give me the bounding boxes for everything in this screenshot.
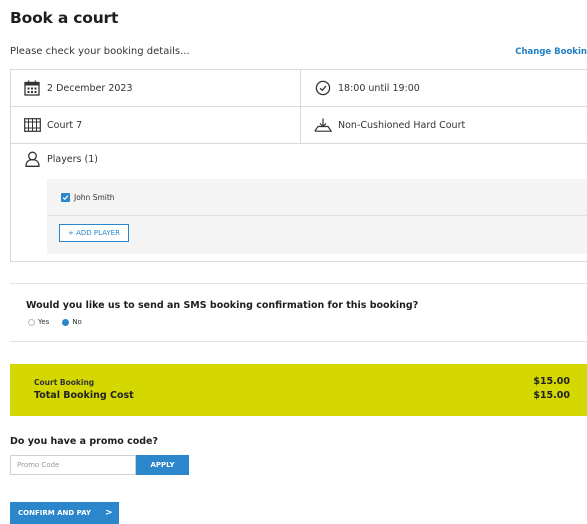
- court-name: Court 7: [47, 119, 83, 131]
- chevron-right-icon: >: [104, 508, 113, 518]
- details-row-court: Court 7 Non-Cushioned Hard Court: [11, 107, 587, 144]
- page-subtitle: Please check your booking details...: [10, 46, 190, 57]
- sms-yes-radio[interactable]: [28, 318, 35, 326]
- players-count: Players (1): [47, 153, 98, 165]
- date-cell: 2 December 2023: [11, 70, 301, 106]
- players-list: John Smith + ADD PLAYER: [47, 179, 587, 254]
- sms-question: Would you like us to send an SMS booking…: [26, 300, 419, 311]
- details-row-datetime: 2 December 2023 18:00 until 19:00: [11, 70, 587, 107]
- booking-time: 18:00 until 19:00: [338, 82, 420, 94]
- court-icon: [23, 116, 41, 134]
- calendar-icon: [23, 79, 41, 97]
- court-booking-value: $15.00: [533, 376, 570, 387]
- promo-code-input[interactable]: [10, 455, 136, 475]
- change-booking-link[interactable]: Change Booking: [515, 47, 587, 57]
- sms-no-label[interactable]: No: [72, 318, 82, 326]
- add-player-button[interactable]: + ADD PLAYER: [59, 224, 129, 242]
- booking-date: 2 December 2023: [47, 82, 133, 94]
- time-cell: 18:00 until 19:00: [301, 70, 420, 106]
- surface-icon: [314, 116, 332, 134]
- player-row: John Smith: [47, 179, 587, 216]
- court-booking-label: Court Booking: [34, 378, 95, 387]
- players-heading: Players (1): [23, 150, 98, 168]
- sms-no-radio[interactable]: [62, 318, 70, 326]
- booking-details-card: 2 December 2023 18:00 until 19:00 Court …: [10, 69, 587, 262]
- sms-confirmation-section: Would you like us to send an SMS booking…: [10, 283, 587, 342]
- apply-promo-button[interactable]: APPLY: [136, 455, 189, 475]
- sms-yes-label[interactable]: Yes: [38, 318, 49, 326]
- total-cost-label: Total Booking Cost: [34, 390, 134, 401]
- surface-cell: Non-Cushioned Hard Court: [301, 107, 465, 143]
- total-cost-value: $15.00: [533, 390, 570, 401]
- page-title: Book a court: [10, 9, 119, 27]
- surface-type: Non-Cushioned Hard Court: [338, 119, 466, 131]
- sms-options: Yes No: [28, 318, 95, 326]
- player-name: John Smith: [74, 192, 115, 202]
- user-icon: [23, 150, 41, 168]
- court-cell: Court 7: [11, 107, 301, 143]
- confirm-label: CONFIRM AND PAY: [18, 509, 91, 517]
- confirm-and-pay-button[interactable]: CONFIRM AND PAY >: [10, 502, 119, 524]
- cost-summary: Court Booking Total Booking Cost $15.00 …: [10, 364, 587, 416]
- promo-question: Do you have a promo code?: [10, 436, 159, 447]
- player-checkbox[interactable]: [61, 192, 70, 202]
- clock-icon: [314, 79, 332, 97]
